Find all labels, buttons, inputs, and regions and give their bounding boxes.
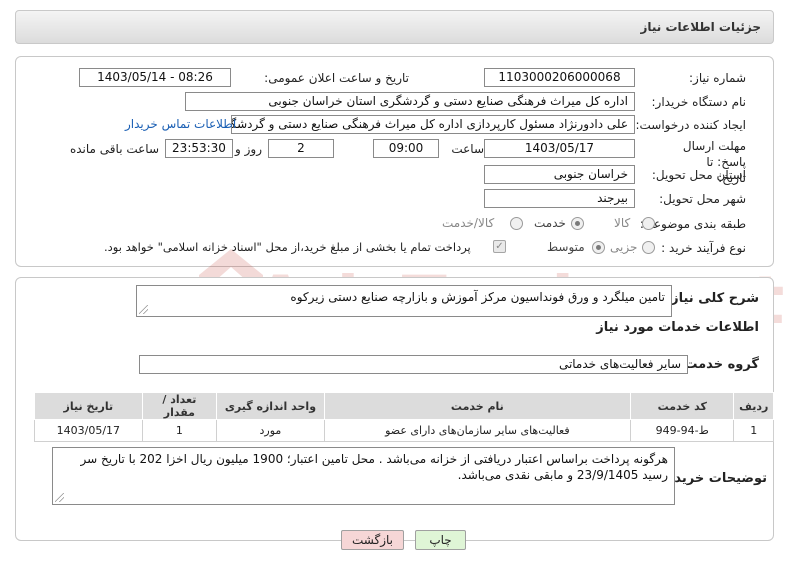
cell-date: 1403/05/17 [34,419,143,442]
summary-text: تامین میلگرد و ورق فونداسیون مرکز آموزش … [290,290,665,304]
deadline-time-field: 09:00 [373,139,439,158]
cell-qty: 1 [141,419,218,442]
col-qty-header: تعداد / مقدار [141,392,218,420]
purchase-type-label: نوع فرآیند خرید : [661,241,746,255]
summary-label: شرح کلی نیاز: [665,291,759,306]
category-radio-service[interactable] [571,217,584,230]
deadline-date-field: 1403/05/17 [484,139,635,158]
page-title: جزئیات اطلاعات نیاز [640,20,761,34]
treasury-note: پرداخت تمام یا بخشی از مبلغ خرید،از محل … [104,240,471,254]
category-label: طبقه بندی موضوعی: [639,217,746,231]
print-button[interactable]: چاپ [415,530,466,550]
requester-field: علی دادورنژاد مسئول کارپردازی اداره کل م… [231,115,635,134]
city-field: بیرجند [484,189,635,208]
col-row-header: ردیف [733,392,774,420]
buyer-org-label: نام دستگاه خریدار: [651,95,747,109]
requester-label: ایجاد کننده درخواست: [635,118,746,132]
col-name-header: نام خدمت [323,392,632,420]
buyer-notes-text: هرگونه پرداخت براساس اعتبار دریافتی از خ… [80,452,669,482]
back-button[interactable]: بازگشت [341,530,404,550]
time-remaining-field: 23:53:30 [165,139,233,158]
purchase-option-minor: جزیی [610,240,638,254]
province-label: استان محل تحویل: [651,168,746,182]
category-radio-goods[interactable] [642,217,655,230]
purchase-radio-minor[interactable] [642,241,655,254]
need-info-panel [15,56,774,267]
need-number-field: 1103000206000068 [484,68,635,87]
announce-datetime-field: 1403/05/14 - 08:26 [79,68,231,87]
services-section-title: اطلاعات خدمات مورد نیاز [596,320,759,335]
resize-grip-icon[interactable] [139,305,148,314]
category-radio-goods-service[interactable] [510,217,523,230]
services-table: ردیف کد خدمت نام خدمت واحد اندازه گیری ت… [34,392,774,442]
resize-grip-icon[interactable] [55,493,64,502]
buyer-notes-textarea[interactable]: هرگونه پرداخت براساس اعتبار دریافتی از خ… [52,447,675,505]
purchase-radio-medium[interactable] [592,241,605,254]
category-option-goods: کالا [614,216,631,230]
col-code-header: کد خدمت [629,392,735,420]
col-date-header: تاریخ نیاز [34,392,143,420]
category-option-goods-service: کالا/خدمت [442,216,495,230]
announce-datetime-label: تاریخ و ساعت اعلان عمومی: [264,71,409,85]
service-group-field: سایر فعالیت‌های خدماتی [139,355,688,374]
cell-name: فعالیت‌های سایر سازمان‌های دارای عضو [323,419,632,442]
treasury-checkbox[interactable]: ✓ [493,240,506,253]
days-label: روز و [235,142,262,156]
col-unit-header: واحد اندازه گیری [216,392,325,420]
table-header-row: ردیف کد خدمت نام خدمت واحد اندازه گیری ت… [34,392,774,420]
need-number-label: شماره نیاز: [689,71,746,85]
cell-row: 1 [733,419,774,442]
cell-code: ط-94-949 [629,419,735,442]
category-option-service: خدمت [534,216,566,230]
summary-textarea[interactable]: تامین میلگرد و ورق فونداسیون مرکز آموزش … [136,285,672,317]
days-remaining-field: 2 [268,139,334,158]
deadline-time-label: ساعت [451,142,484,156]
buyer-contact-link[interactable]: اطلاعات تماس خریدار [125,117,236,131]
remaining-label: ساعت باقی مانده [69,142,159,156]
table-row: 1 ط-94-949 فعالیت‌های سایر سازمان‌های دا… [34,419,774,442]
province-field: خراسان جنوبی [484,165,635,184]
cell-unit: مورد [216,419,325,442]
header-bar: جزئیات اطلاعات نیاز [15,10,774,44]
buyer-org-field: اداره کل میراث فرهنگی صنایع دستی و گردشگ… [185,92,635,111]
service-group-label: گروه خدمت: [679,357,759,372]
purchase-option-medium: متوسط [547,240,585,254]
city-label: شهر محل تحویل: [659,192,746,206]
